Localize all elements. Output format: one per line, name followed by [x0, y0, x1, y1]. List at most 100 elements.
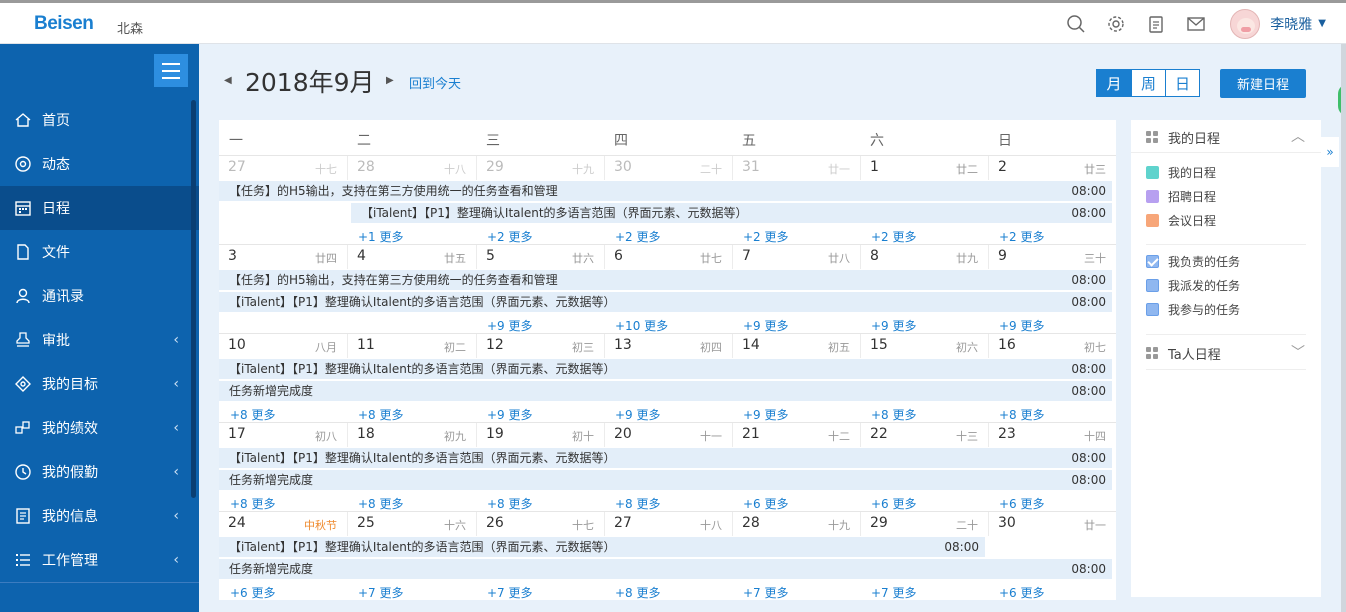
prev-month-icon[interactable]: ◀ [224, 75, 232, 86]
more-link[interactable]: +6 更多 [230, 584, 276, 601]
day-cell[interactable]: 23 十四 [988, 423, 1116, 447]
day-cell[interactable]: 14 初五 [732, 334, 860, 358]
event-bar[interactable]: 【任务】的H5输出，支持在第三方使用统一的任务查看和管理 08:00 [219, 270, 1112, 290]
sidebar-scrollbar[interactable] [191, 100, 196, 498]
day-cell[interactable]: 5 廿六 [476, 245, 604, 269]
task-checkbox[interactable] [1146, 278, 1159, 292]
view-week-button[interactable]: 周 [1131, 70, 1165, 96]
day-cell[interactable]: 12 初三 [476, 334, 604, 358]
more-link[interactable]: +7 更多 [743, 584, 789, 601]
day-cell[interactable]: 30 二十 [604, 156, 732, 180]
day-cell[interactable]: 21 十二 [732, 423, 860, 447]
more-link[interactable]: +8 更多 [615, 584, 661, 601]
more-link[interactable]: +8 更多 [358, 406, 404, 423]
view-day-button[interactable]: 日 [1165, 70, 1199, 96]
more-link[interactable]: +2 更多 [487, 228, 533, 245]
task-filter-item[interactable]: 我派发的任务 [1146, 277, 1240, 293]
more-link[interactable]: +6 更多 [999, 495, 1045, 512]
sidebar-item[interactable]: 首页 [0, 98, 199, 142]
day-cell[interactable]: 25 十六 [347, 512, 476, 536]
event-bar[interactable]: 【iTalent】【P1】整理确认Italent的多语言范围（界面元素、元数据等… [219, 448, 1112, 468]
chevron-down-icon[interactable]: ﹀ [1291, 342, 1305, 362]
day-cell[interactable]: 22 十三 [860, 423, 988, 447]
more-link[interactable]: +9 更多 [743, 406, 789, 423]
event-bar[interactable]: 【iTalent】【P1】整理确认Italent的多语言范围（界面元素、元数据等… [219, 292, 1112, 312]
more-link[interactable]: +7 更多 [487, 584, 533, 601]
day-cell[interactable]: 7 廿八 [732, 245, 860, 269]
event-bar[interactable]: 【iTalent】【P1】整理确认Italent的多语言范围（界面元素、元数据等… [219, 537, 985, 557]
sidebar-item[interactable]: 我的目标 ‹ [0, 362, 199, 406]
more-link[interactable]: +9 更多 [487, 406, 533, 423]
task-filter-item[interactable]: 我负责的任务 [1146, 253, 1240, 269]
legend-item[interactable]: 招聘日程 [1146, 188, 1216, 204]
event-bar[interactable]: 【iTalent】【P1】整理确认Italent的多语言范围（界面元素、元数据等… [219, 359, 1112, 379]
more-link[interactable]: +10 更多 [615, 317, 668, 334]
day-cell[interactable]: 4 廿五 [347, 245, 476, 269]
day-cell[interactable]: 11 初二 [347, 334, 476, 358]
more-link[interactable]: +8 更多 [999, 406, 1045, 423]
logo[interactable]: Beisen [34, 13, 94, 35]
sidebar-item[interactable]: 通讯录 [0, 274, 199, 318]
day-cell[interactable]: 2 廿三 [988, 156, 1116, 180]
avatar[interactable] [1230, 8, 1261, 39]
expand-panel-icon[interactable]: » [1321, 137, 1339, 167]
my-schedule-header[interactable]: 我的日程 ︿ [1131, 120, 1321, 153]
legend-item[interactable]: 会议日程 [1146, 212, 1216, 228]
event-bar[interactable]: 任务新增完成度 08:00 [219, 559, 1112, 579]
event-bar[interactable]: 任务新增完成度 08:00 [219, 470, 1112, 490]
day-cell[interactable]: 26 十七 [476, 512, 604, 536]
new-schedule-button[interactable]: 新建日程 [1220, 69, 1306, 98]
sidebar-item[interactable]: 我的假勤 ‹ [0, 450, 199, 494]
event-bar[interactable]: 【任务】的H5输出，支持在第三方使用统一的任务查看和管理 08:00 [219, 181, 1112, 201]
mail-icon[interactable] [1176, 4, 1216, 44]
more-link[interactable]: +2 更多 [615, 228, 661, 245]
menu-toggle-icon[interactable] [154, 54, 188, 87]
others-schedule-title[interactable]: Ta人日程 [1168, 344, 1221, 363]
more-link[interactable]: +9 更多 [999, 317, 1045, 334]
day-cell[interactable]: 8 廿九 [860, 245, 988, 269]
more-link[interactable]: +6 更多 [743, 495, 789, 512]
user-name[interactable]: 李晓雅 [1270, 14, 1312, 34]
legend-item[interactable]: 我的日程 [1146, 164, 1216, 180]
more-link[interactable]: +8 更多 [230, 495, 276, 512]
day-cell[interactable]: 1 廿二 [860, 156, 988, 180]
sidebar-item[interactable]: 动态 [0, 142, 199, 186]
sidebar-item[interactable]: 工作管理 ‹ [0, 538, 199, 582]
user-menu[interactable]: 李晓雅 ▼ [1230, 8, 1326, 39]
more-link[interactable]: +8 更多 [871, 406, 917, 423]
sidebar-item[interactable]: 审批 ‹ [0, 318, 199, 362]
more-link[interactable]: +7 更多 [358, 584, 404, 601]
day-cell[interactable]: 3 廿四 [219, 245, 347, 269]
clipboard-icon[interactable] [1136, 4, 1176, 44]
day-cell[interactable]: 18 初九 [347, 423, 476, 447]
more-link[interactable]: +9 更多 [615, 406, 661, 423]
day-cell[interactable]: 29 十九 [476, 156, 604, 180]
day-cell[interactable]: 31 廿一 [732, 156, 860, 180]
more-link[interactable]: +6 更多 [871, 495, 917, 512]
today-link[interactable]: 回到今天 [409, 73, 461, 92]
more-link[interactable]: +7 更多 [871, 584, 917, 601]
sidebar-item[interactable]: 日程 [0, 186, 199, 230]
sidebar-item[interactable]: 文件 [0, 230, 199, 274]
sidebar-item[interactable]: 我的信息 ‹ [0, 494, 199, 538]
more-link[interactable]: +9 更多 [871, 317, 917, 334]
day-cell[interactable]: 29 二十 [860, 512, 988, 536]
day-cell[interactable]: 27 十七 [219, 156, 347, 180]
day-cell[interactable]: 13 初四 [604, 334, 732, 358]
more-link[interactable]: +8 更多 [230, 406, 276, 423]
day-cell[interactable]: 10 八月 [219, 334, 347, 358]
day-cell[interactable]: 30 廿一 [988, 512, 1116, 536]
chevron-up-icon[interactable]: ︿ [1291, 126, 1305, 146]
sidebar-item[interactable]: 我的绩效 ‹ [0, 406, 199, 450]
more-link[interactable]: +6 更多 [999, 584, 1045, 601]
more-link[interactable]: +9 更多 [743, 317, 789, 334]
event-bar[interactable]: 任务新增完成度 08:00 [219, 381, 1112, 401]
caret-down-icon[interactable]: ▼ [1318, 18, 1326, 29]
more-link[interactable]: +1 更多 [358, 228, 404, 245]
next-month-icon[interactable]: ▶ [386, 75, 394, 86]
day-cell[interactable]: 9 三十 [988, 245, 1116, 269]
day-cell[interactable]: 28 十八 [347, 156, 476, 180]
view-month-button[interactable]: 月 [1097, 70, 1131, 96]
more-link[interactable]: +8 更多 [487, 495, 533, 512]
more-link[interactable]: +8 更多 [615, 495, 661, 512]
